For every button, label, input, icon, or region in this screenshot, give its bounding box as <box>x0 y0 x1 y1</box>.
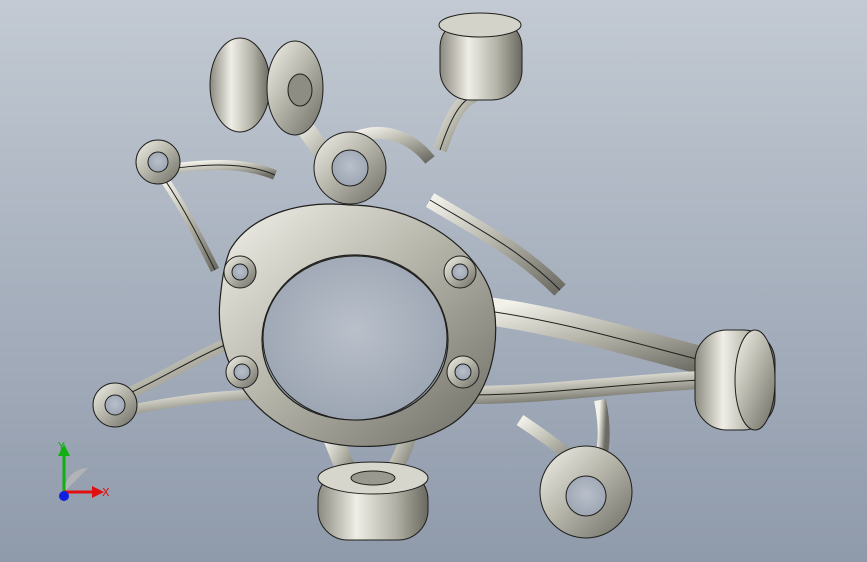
coordinate-triad[interactable]: Y X <box>50 440 120 510</box>
z-axis-dot <box>59 491 69 501</box>
graphics-viewport[interactable]: Y X <box>0 0 867 562</box>
knuckle-icon[interactable] <box>0 0 867 562</box>
x-axis-label: X <box>102 486 110 499</box>
y-axis-label: Y <box>58 440 65 453</box>
hub-body <box>218 131 497 447</box>
